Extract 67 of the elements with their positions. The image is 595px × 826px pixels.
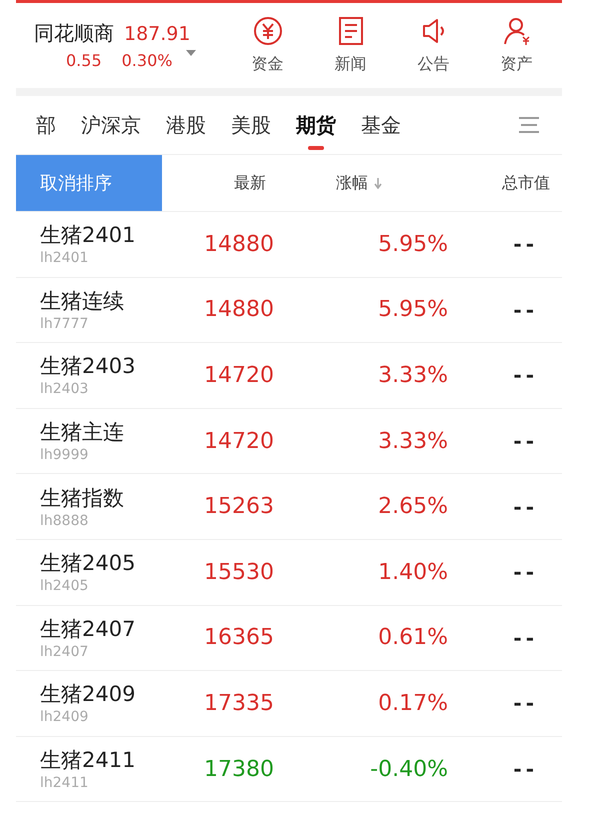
- contract-code: lh2409: [40, 708, 90, 726]
- user-icon[interactable]: [502, 16, 532, 46]
- change-percent: -0.40%: [369, 756, 448, 784]
- shortcut-label[interactable]: 新闻: [334, 52, 366, 76]
- latest-price: 17380: [203, 756, 275, 784]
- contract-name[interactable]: 生猪2403: [40, 352, 188, 380]
- contract-code: lh9999: [40, 446, 90, 464]
- contract-code: lh8888: [40, 512, 90, 530]
- contract-code: lh2401: [40, 249, 90, 268]
- index-price: 187.91: [124, 22, 190, 48]
- dropdown-icon[interactable]: [186, 50, 196, 56]
- contract-name[interactable]: 生猪2411: [40, 746, 188, 774]
- menu-icon[interactable]: [518, 116, 540, 134]
- contract-name[interactable]: 生猪主连: [40, 418, 188, 446]
- change-percent: 0.61%: [377, 624, 448, 652]
- contract-name[interactable]: 生猪2401: [40, 221, 188, 250]
- market-tab[interactable]: 美股: [229, 100, 273, 150]
- column-header[interactable]: 总市值: [502, 171, 550, 195]
- index-percent: 0.30%: [122, 50, 172, 72]
- change-percent: 1.40%: [377, 558, 448, 587]
- change-percent: 2.65%: [377, 493, 448, 522]
- column-header[interactable]: 涨幅: [336, 171, 368, 195]
- latest-price: 14880: [203, 230, 275, 259]
- column-header[interactable]: 最新: [234, 171, 266, 195]
- market-tab[interactable]: 基金: [359, 100, 403, 150]
- latest-price: 14880: [203, 296, 275, 324]
- latest-price: 14720: [203, 428, 275, 456]
- index-name: 同花顺商: [34, 20, 114, 48]
- market-cap: --: [512, 231, 539, 258]
- contract-code: lh2411: [40, 774, 90, 792]
- change-percent: 3.33%: [377, 428, 448, 456]
- latest-price: 15263: [203, 493, 275, 522]
- index-change: 0.55: [66, 50, 102, 72]
- market-cap: --: [512, 296, 539, 324]
- latest-price: 16365: [203, 624, 275, 652]
- latest-price: 15530: [203, 558, 275, 587]
- change-percent: 5.95%: [377, 296, 448, 324]
- contract-code: lh2407: [40, 642, 90, 661]
- contract-code: lh7777: [40, 314, 90, 333]
- market-tab[interactable]: 期货: [294, 100, 338, 150]
- market-cap: --: [512, 690, 539, 718]
- shortcut-label[interactable]: 资产: [500, 52, 532, 76]
- market-tab[interactable]: 港股: [164, 100, 208, 150]
- shortcut-label[interactable]: 公告: [418, 52, 450, 76]
- contract-name[interactable]: 生猪指数: [40, 484, 188, 512]
- contract-code: lh2403: [40, 380, 90, 398]
- contract-code: lh2405: [40, 577, 90, 596]
- contract-name[interactable]: 生猪2409: [40, 680, 188, 708]
- market-cap: --: [512, 624, 539, 652]
- contract-name[interactable]: 生猪连续: [40, 286, 188, 315]
- yuan-icon[interactable]: [252, 16, 282, 46]
- market-cap: --: [512, 494, 539, 521]
- market-tab[interactable]: 部: [34, 100, 58, 150]
- market-tab[interactable]: 沪深京: [79, 100, 143, 150]
- market-cap: --: [512, 428, 539, 456]
- market-cap: --: [512, 362, 539, 390]
- shortcut-label[interactable]: 资金: [252, 52, 284, 76]
- change-percent: 5.95%: [377, 230, 448, 259]
- market-cap: --: [512, 559, 539, 586]
- market-cap: --: [512, 756, 539, 784]
- latest-price: 14720: [203, 362, 275, 390]
- change-percent: 0.17%: [377, 690, 448, 718]
- contract-name[interactable]: 生猪2407: [40, 614, 188, 643]
- change-percent: 3.33%: [377, 362, 448, 390]
- latest-price: 17335: [203, 690, 275, 718]
- contract-name[interactable]: 生猪2405: [40, 549, 188, 578]
- sort-down-icon: [374, 178, 382, 188]
